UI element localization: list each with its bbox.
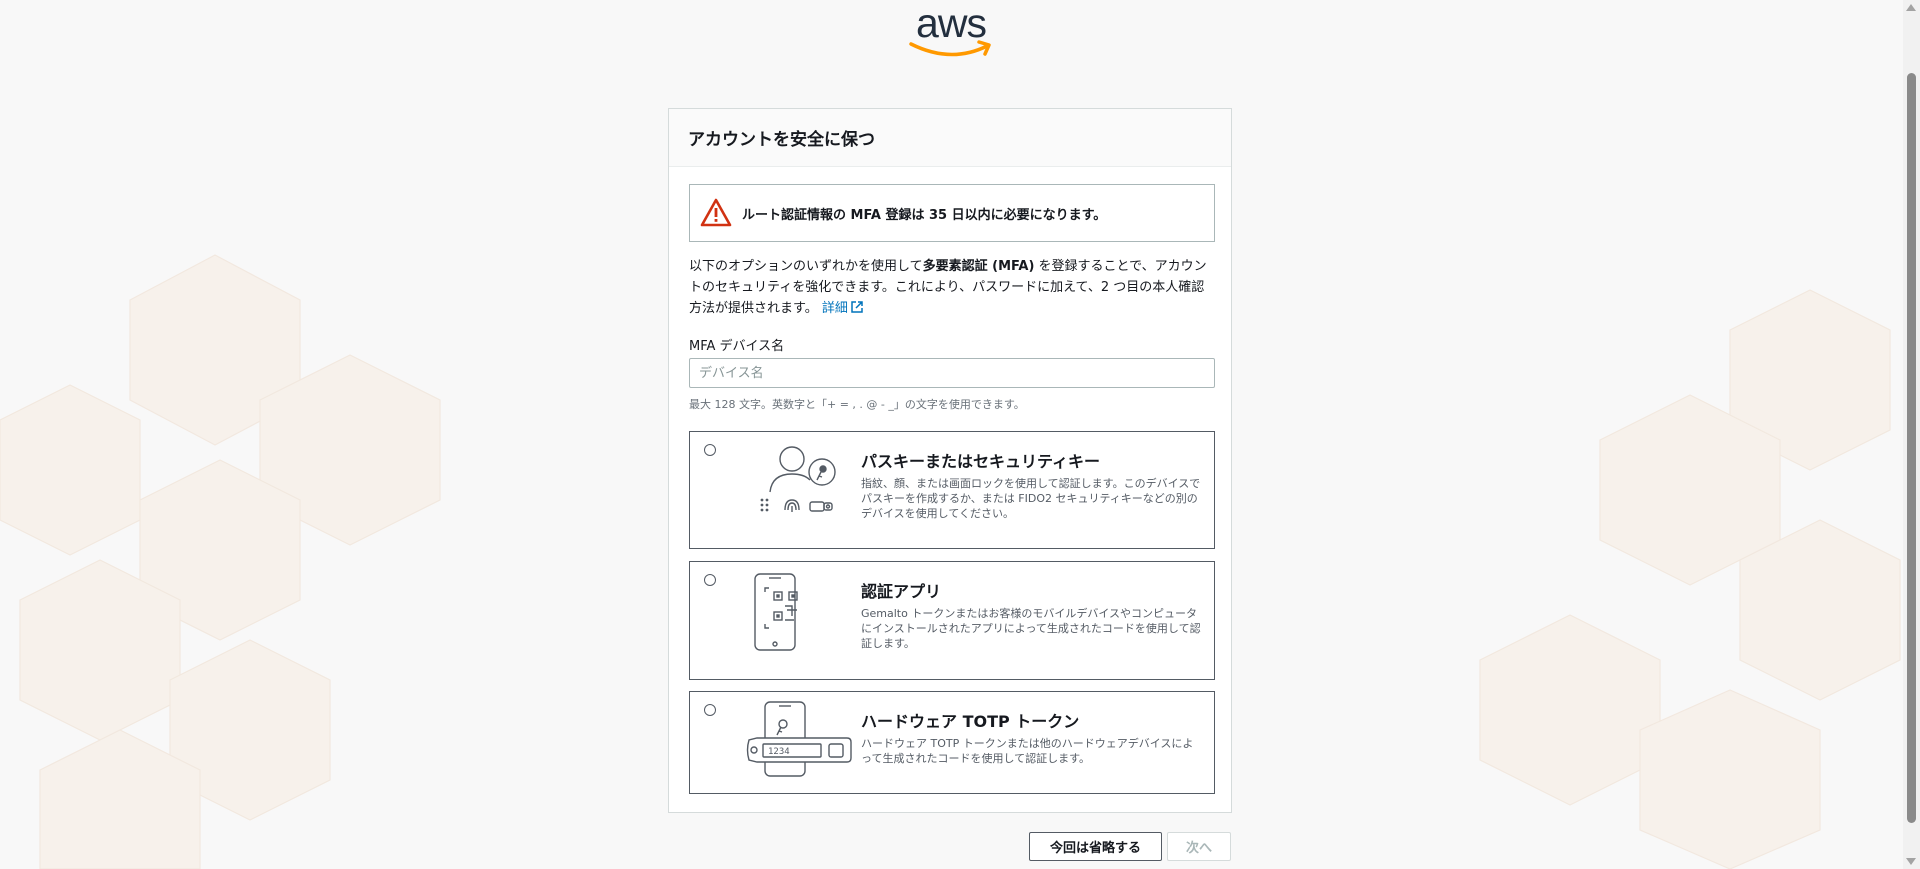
option-description: ハードウェア TOTP トークンまたは他のハードウェアデバイスによって生成された… xyxy=(861,737,1194,765)
device-name-label: MFA デバイス名 xyxy=(689,339,785,354)
scroll-thumb[interactable] xyxy=(1907,73,1916,823)
option-title: ハードウェア TOTP トークン xyxy=(861,712,1080,731)
details-link[interactable]: 詳細 xyxy=(822,301,863,316)
aws-logo: aws xyxy=(905,0,995,60)
scroll-down-icon[interactable] xyxy=(1906,858,1916,865)
mfa-description: 以下のオプションのいずれかを使用して多要素認証 (MFA) を登録することで、ア… xyxy=(689,259,1207,316)
option-authenticator-app[interactable]: 認証アプリ Gemalto トークンまたはお客様のモバイルデバイスやコンピュータ… xyxy=(689,561,1215,680)
skip-button[interactable]: 今回は省略する xyxy=(1029,832,1162,861)
radio-authenticator-app[interactable] xyxy=(704,574,716,586)
scroll-up-icon[interactable] xyxy=(1906,4,1916,11)
option-hardware-totp[interactable]: 1234 ハードウェア TOTP トークン ハードウェア TOTP トークンまた… xyxy=(689,691,1215,794)
radio-passkey[interactable] xyxy=(704,444,716,456)
token-display-text: 1234 xyxy=(768,747,790,757)
external-link-icon xyxy=(851,301,863,313)
option-title: パスキーまたはセキュリティキー xyxy=(861,452,1101,471)
warning-triangle-icon xyxy=(700,198,732,227)
hardware-token-icon: 1234 xyxy=(746,701,852,777)
vertical-scrollbar[interactable] xyxy=(1903,0,1920,869)
authenticator-app-icon xyxy=(754,573,798,651)
device-name-input[interactable] xyxy=(689,358,1215,388)
alert-text: ルート認証情報の MFA 登録は 35 日以内に必要になります。 xyxy=(742,207,1107,223)
next-button[interactable]: 次へ xyxy=(1167,832,1231,861)
option-description: Gemalto トークンまたはお客様のモバイルデバイスやコンピュータにインストー… xyxy=(861,607,1201,650)
radio-hardware-totp[interactable] xyxy=(704,704,716,716)
mfa-deadline-alert: ルート認証情報の MFA 登録は 35 日以内に必要になります。 xyxy=(689,184,1215,242)
passkey-icon xyxy=(760,446,836,512)
card-header: アカウントを安全に保つ xyxy=(669,109,1231,167)
card-title: アカウントを安全に保つ xyxy=(688,130,875,150)
option-passkey[interactable]: パスキーまたはセキュリティキー 指紋、顔、または画面ロックを使用して認証します。… xyxy=(689,431,1215,549)
device-name-hint: 最大 128 文字。英数字と「+ = , . @ - _」の文字を使用できます。 xyxy=(689,398,1025,411)
mfa-registration-card: アカウントを安全に保つ ルート認証情報の MFA 登録は 35 日以内に必要にな… xyxy=(668,108,1232,813)
option-title: 認証アプリ xyxy=(861,582,942,601)
option-description: 指紋、顔、または画面ロックを使用して認証します。このデバイスでパスキーを作成する… xyxy=(861,477,1201,520)
